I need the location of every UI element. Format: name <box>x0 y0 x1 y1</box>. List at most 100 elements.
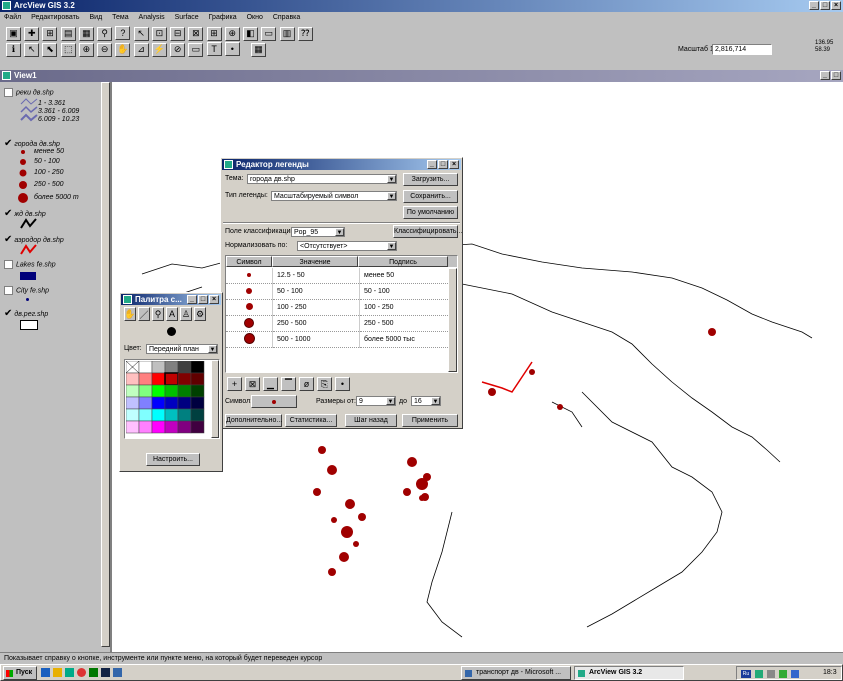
scale-input[interactable]: 2,816,714 <box>712 44 772 55</box>
menu-file[interactable]: Файл <box>4 14 21 21</box>
legend-maximize-button[interactable]: □ <box>438 160 448 169</box>
table-row[interactable]: 100 - 250 100 - 250 <box>226 299 448 316</box>
identify-icon[interactable]: ℹ <box>6 42 21 57</box>
sort-descending-icon[interactable]: ▔ <box>281 377 296 391</box>
view-maximize-button[interactable]: □ <box>831 71 841 80</box>
add-class-icon[interactable]: + <box>227 377 242 391</box>
chevron-down-icon[interactable]: ▼ <box>387 175 396 183</box>
pen-palette-icon[interactable]: ／ <box>138 307 150 321</box>
size-from-select[interactable]: 9 ▼ <box>356 396 396 406</box>
header-label[interactable]: Подпись <box>358 256 448 267</box>
table-row[interactable]: 12.5 - 50 менее 50 <box>226 268 448 284</box>
statistics-button[interactable]: Статистика... <box>285 414 337 427</box>
outlook-icon[interactable] <box>113 668 122 677</box>
desktop-icon[interactable] <box>41 668 50 677</box>
tray-app-icon[interactable] <box>791 670 799 678</box>
regions-checkmark-icon[interactable]: ✔ <box>4 308 12 319</box>
palette-minimize-button[interactable]: _ <box>187 295 197 304</box>
theme-properties-icon[interactable]: ⊞ <box>42 26 58 41</box>
antivirus-icon[interactable] <box>779 670 787 678</box>
zoom-previous-icon[interactable]: ◧ <box>243 26 259 41</box>
menu-window[interactable]: Окно <box>247 14 263 21</box>
add-theme-icon[interactable]: ✚ <box>24 26 40 41</box>
explorer-icon[interactable] <box>53 668 62 677</box>
font-palette-icon[interactable]: A <box>166 307 178 321</box>
text-icon[interactable]: T <box>206 42 222 56</box>
find-icon[interactable]: ⚲ <box>97 26 113 41</box>
load-button[interactable]: Загрузить... <box>403 173 458 186</box>
row-value[interactable]: 100 - 250 <box>272 299 360 316</box>
chevron-down-icon[interactable]: ▼ <box>387 192 396 200</box>
theme-select[interactable]: города дв.shp ▼ <box>247 174 397 184</box>
network-icon[interactable] <box>755 670 763 678</box>
row-label[interactable]: 50 - 100 <box>359 283 448 300</box>
excel-icon[interactable] <box>89 668 98 677</box>
row-label[interactable]: 100 - 250 <box>359 299 448 316</box>
help-icon[interactable]: ⁇ <box>297 26 313 41</box>
snap-icon[interactable]: ▦ <box>251 42 267 57</box>
word-icon[interactable] <box>101 668 110 677</box>
chevron-down-icon[interactable]: ▼ <box>335 228 344 236</box>
media-icon[interactable] <box>65 668 74 677</box>
menu-graphics[interactable]: Графика <box>209 14 237 21</box>
cities-checkmark-icon[interactable]: ✔ <box>4 138 12 149</box>
normalize-select[interactable]: <Отсутствует> ▼ <box>297 241 397 251</box>
menu-help[interactable]: Справка <box>273 14 300 21</box>
language-icon[interactable]: Ru <box>741 670 751 678</box>
row-value[interactable]: 500 - 1000 <box>272 331 360 348</box>
city-fe-checkbox[interactable] <box>4 286 13 295</box>
zoom-full-icon[interactable]: ⊡ <box>151 26 167 41</box>
row-value[interactable]: 50 - 100 <box>272 283 360 300</box>
task-word[interactable]: транспорт дв - Microsoft ... <box>461 666 571 680</box>
header-symbol[interactable]: Символ <box>226 256 272 267</box>
menu-edit[interactable]: Редактировать <box>31 14 79 21</box>
rail-checkmark-icon[interactable]: ✔ <box>4 208 12 219</box>
color-swatches[interactable] <box>125 360 206 436</box>
toc-scrollbar[interactable] <box>101 82 110 647</box>
zoom-out-fixed-icon[interactable]: ⊕ <box>224 26 240 41</box>
label-icon[interactable]: ▭ <box>188 42 204 57</box>
marker-palette-icon[interactable]: ⚲ <box>152 307 164 321</box>
color-grid[interactable] <box>124 359 220 439</box>
chevron-down-icon[interactable]: ▼ <box>387 242 396 250</box>
row-value[interactable]: 250 - 500 <box>272 315 360 332</box>
toc-lakes[interactable]: Lakes fe.shp <box>4 260 56 269</box>
table-row[interactable]: 500 - 1000 более 5000 тыс <box>226 331 448 348</box>
toc-regions[interactable]: ✔ дв.рег.shp <box>4 308 48 319</box>
measure-icon[interactable]: ⊿ <box>133 42 149 57</box>
chevron-down-icon[interactable]: ▼ <box>208 345 217 353</box>
legend-table-scrollbar[interactable] <box>448 268 457 372</box>
advanced-button[interactable]: Дополнительно... <box>225 414 282 427</box>
copy-legend-icon[interactable]: ⎘ <box>317 377 332 391</box>
sort-ascending-icon[interactable]: ▁ <box>263 377 278 391</box>
table-row[interactable]: 50 - 100 50 - 100 <box>226 283 448 300</box>
delete-class-icon[interactable]: ⊠ <box>245 377 260 391</box>
legend-table[interactable]: Символ Значение Подпись 12.5 - 50 менее 5… <box>225 255 458 373</box>
color-palette-icon[interactable]: ♙ <box>180 307 192 321</box>
color-target-select[interactable]: Передний план ▼ <box>146 344 218 354</box>
toc-rivers[interactable]: реки дв.shp <box>4 88 54 97</box>
select-feature-icon[interactable]: ⬚ <box>60 42 76 57</box>
locate-icon[interactable]: ↖ <box>133 26 149 41</box>
pan-icon[interactable]: ✋ <box>115 42 131 57</box>
area-of-interest-icon[interactable]: ⊘ <box>170 42 186 57</box>
size-to-select[interactable]: 16 ▼ <box>411 396 441 406</box>
start-button[interactable]: Пуск <box>3 666 37 680</box>
save-button[interactable]: Сохранить... <box>403 190 458 203</box>
save-project-icon[interactable]: ▣ <box>6 26 21 41</box>
table-icon[interactable]: ▦ <box>78 26 94 41</box>
row-label[interactable]: менее 50 <box>359 268 448 284</box>
pointer-icon[interactable]: ↖ <box>24 42 40 57</box>
row-label[interactable]: 250 - 500 <box>359 315 448 332</box>
menu-view[interactable]: Вид <box>89 14 102 21</box>
edit-legend-icon[interactable]: ▤ <box>60 26 76 41</box>
symbol-sizes-icon[interactable]: • <box>335 377 350 391</box>
legend-minimize-button[interactable]: _ <box>427 160 437 169</box>
legend-close-button[interactable]: × <box>449 160 459 169</box>
select-graphics-icon[interactable]: ▭ <box>261 26 277 41</box>
menu-analysis[interactable]: Analysis <box>139 14 165 21</box>
query-icon[interactable]: ? <box>115 26 131 40</box>
fill-palette-icon[interactable]: ✋ <box>124 307 136 321</box>
zoom-selected-icon[interactable]: ⊠ <box>188 26 204 41</box>
table-row[interactable]: 250 - 500 250 - 500 <box>226 315 448 332</box>
